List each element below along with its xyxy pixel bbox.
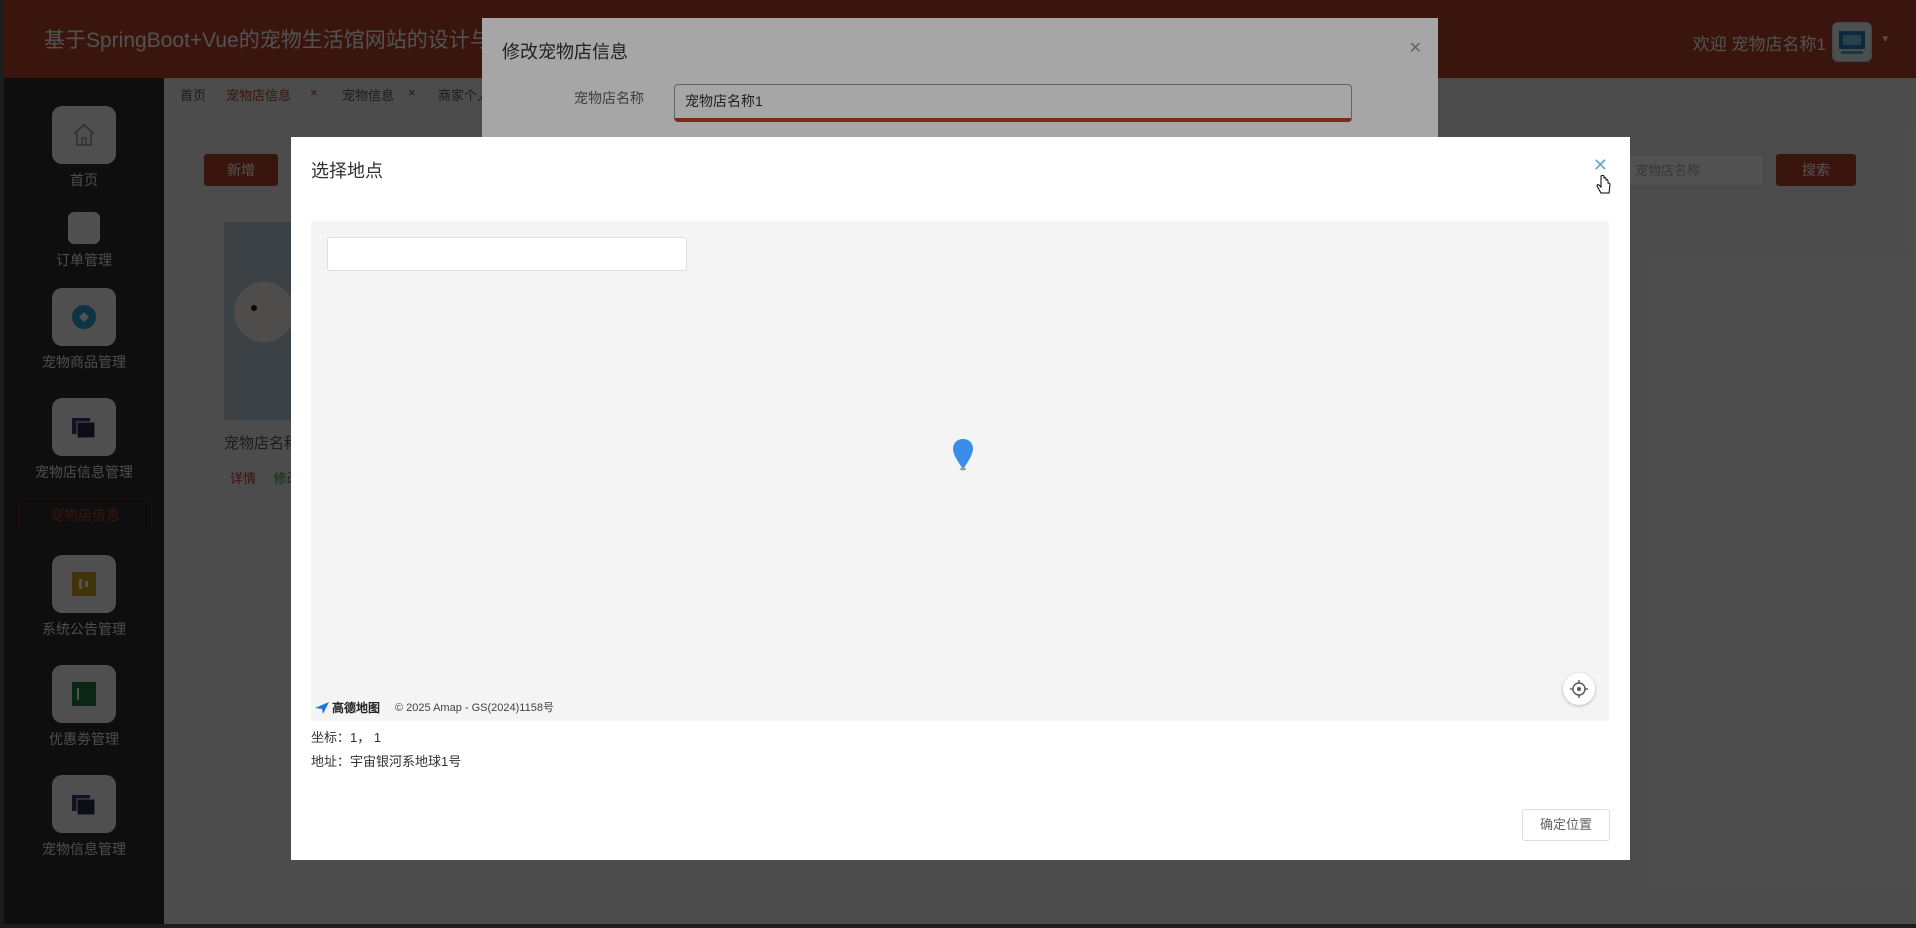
amap-logo-text: 高德地图 [332,701,381,715]
amap-logo: 高德地图 [315,699,380,716]
map-canvas[interactable]: 高德地图 © 2025 Amap - GS(2024)1158号 [311,221,1609,721]
map-copyright: © 2025 Amap - GS(2024)1158号 [395,702,554,714]
locate-icon[interactable] [1563,673,1595,705]
address-label: 地址： [311,754,351,769]
map-search-input[interactable] [327,237,687,271]
dialog-title: 选择地点 [311,161,383,181]
amap-arrow-icon [315,701,329,714]
close-icon[interactable]: ✕ [1593,155,1608,176]
address-value: 宇宙银河系地球1号 [350,754,462,769]
coordinate-label: 坐标： [311,730,351,745]
select-location-dialog: 选择地点 ✕ 高德地图 © 2025 Amap - GS(2024)1158号 … [291,137,1630,860]
confirm-location-button[interactable]: 确定位置 [1522,809,1610,841]
map-pin-icon[interactable] [953,439,973,476]
hand-cursor-icon [1596,175,1612,202]
coordinate-value: 1， 1 [350,730,382,745]
coordinate-line: 坐标：1， 1 [311,727,381,746]
address-line: 地址：宇宙银河系地球1号 [311,751,461,770]
